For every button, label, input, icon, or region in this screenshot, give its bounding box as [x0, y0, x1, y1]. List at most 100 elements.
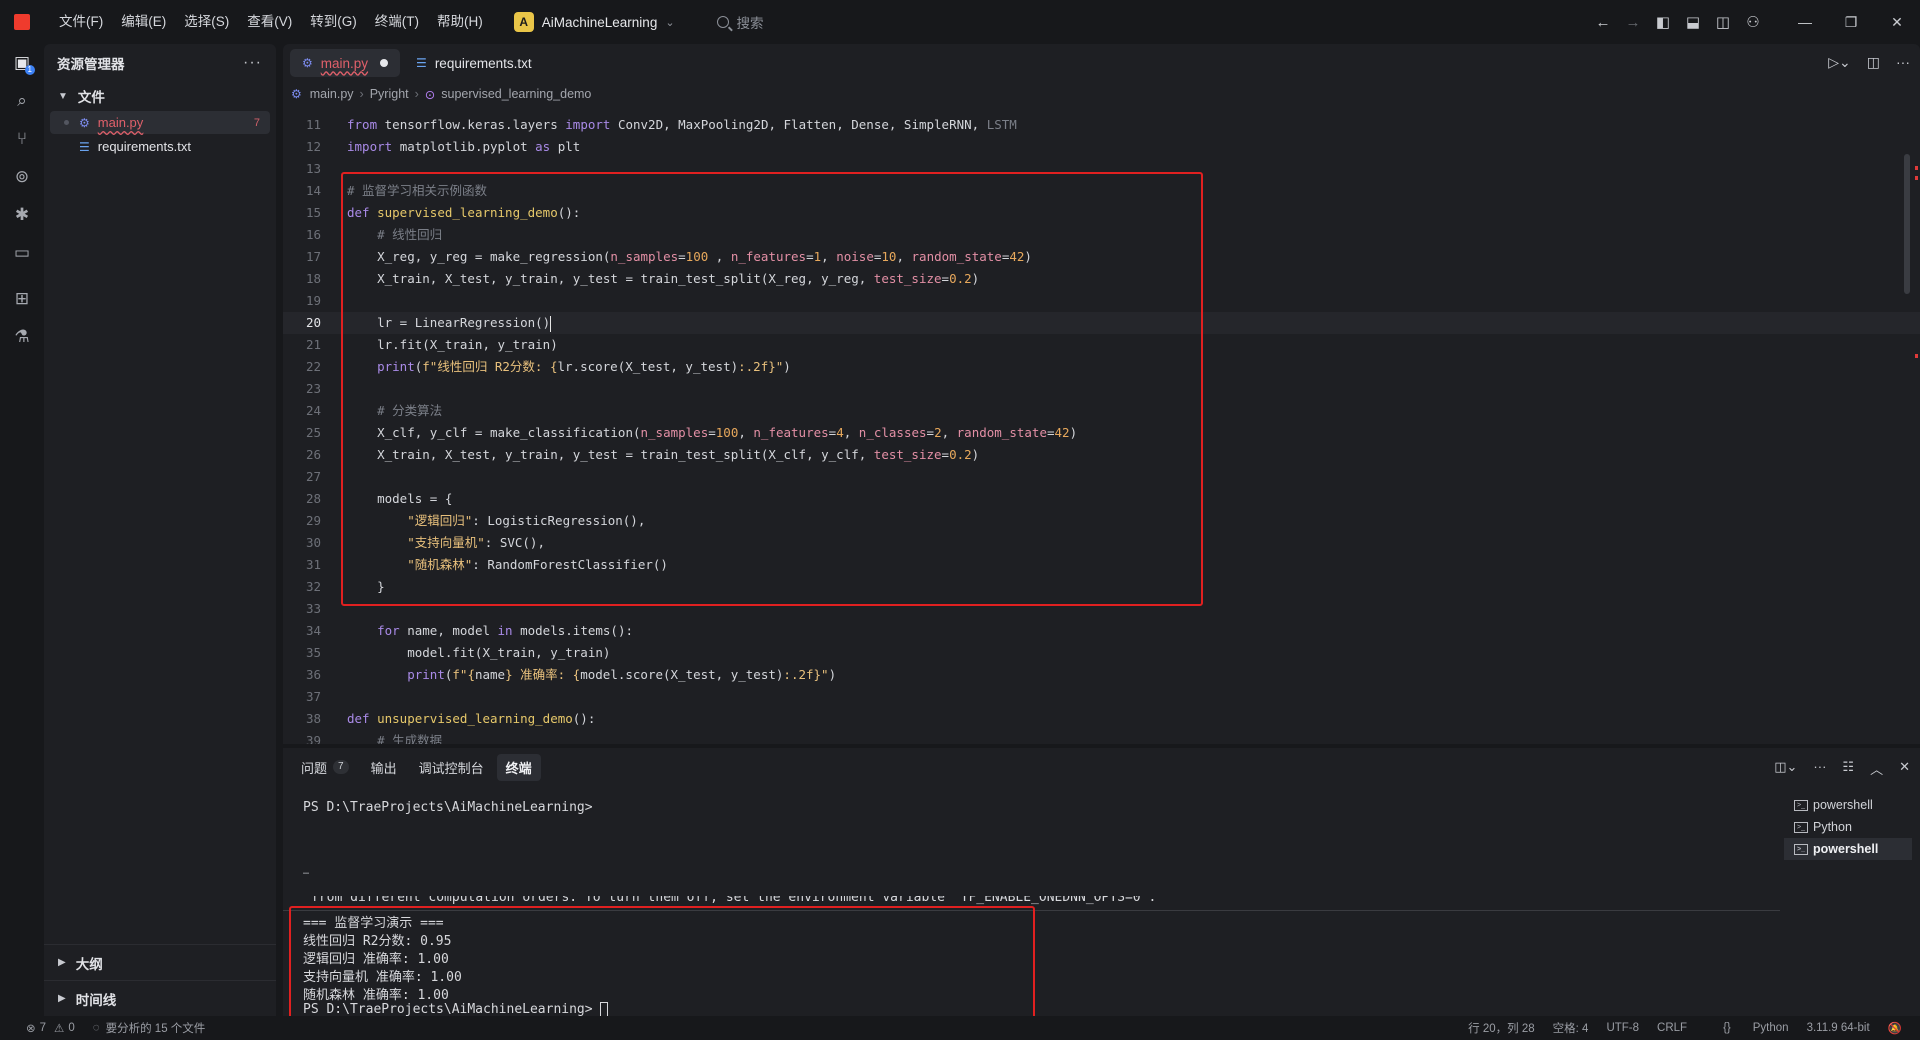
file-item-main-py[interactable]: ⚙ main.py 7: [50, 111, 270, 134]
toggle-panel-icon[interactable]: ⬓: [1678, 7, 1708, 37]
explorer-badge: 1: [24, 65, 35, 75]
tab-debug-console[interactable]: 调试控制台: [410, 754, 493, 781]
breadcrumb-separator: ›: [359, 87, 364, 101]
code-token: def: [347, 711, 378, 726]
forward-arrow-icon[interactable]: →: [1618, 7, 1648, 37]
command-search[interactable]: 搜索: [716, 12, 764, 32]
tab-output[interactable]: 输出: [362, 754, 406, 781]
account-icon[interactable]: ⚇: [1738, 7, 1768, 37]
code-token: # 生成数据: [347, 733, 443, 744]
menu-terminal[interactable]: 终端(T): [366, 0, 428, 44]
code-token: ): [828, 667, 837, 682]
notifications-icon[interactable]: 🔕: [1888, 1021, 1902, 1035]
line-number: 26: [305, 447, 321, 462]
line-text: print(f"{name} 准确率: {model.score(X_test,…: [347, 664, 836, 686]
code-token: model.score(X_test, y_test): [580, 667, 784, 682]
search-placeholder: 搜索: [736, 16, 764, 31]
language-mode[interactable]: {} Python: [1705, 1022, 1789, 1034]
terminal-instance[interactable]: >_ powershell: [1784, 838, 1912, 860]
python-file-icon: ⚙: [302, 56, 313, 70]
tab-requirements[interactable]: ☰ requirements.txt: [404, 49, 544, 77]
menu-help[interactable]: 帮助(H): [428, 0, 492, 44]
back-arrow-icon[interactable]: ←: [1588, 7, 1618, 37]
toggle-secondary-sidebar-icon[interactable]: ◫: [1708, 7, 1738, 37]
terminal[interactable]: PS D:\TraeProjects\AiMachineLearning> … …: [283, 786, 1780, 1028]
outline-section[interactable]: ▶ 大纲: [44, 944, 276, 980]
breadcrumb-module[interactable]: Pyright: [370, 87, 409, 101]
close-panel-icon[interactable]: ✕: [1899, 759, 1910, 778]
source-control-icon[interactable]: ⑂: [0, 120, 44, 158]
workspace-switcher[interactable]: A AiMachineLearning ⌄: [506, 9, 683, 35]
close-icon[interactable]: ✕: [1874, 0, 1920, 44]
python-interpreter[interactable]: 3.11.9 64-bit: [1807, 1022, 1870, 1034]
workspace-badge: A: [513, 12, 534, 32]
explorer-icon[interactable]: ▣ 1: [0, 44, 44, 82]
code-line[interactable]: 39 # 生成数据: [283, 730, 1920, 744]
code-line[interactable]: 34 for name, model in models.items():: [283, 620, 1920, 642]
tab-problems[interactable]: 问题 7: [292, 754, 358, 781]
code-line[interactable]: 37: [283, 686, 1920, 708]
title-bar: 文件(F) 编辑(E) 选择(S) 查看(V) 转到(G) 终端(T) 帮助(H…: [0, 0, 1920, 44]
line-text: for name, model in models.items():: [347, 620, 633, 642]
indentation[interactable]: 空格: 4: [1553, 1020, 1589, 1036]
code-line[interactable]: 38 def unsupervised_learning_demo():: [283, 708, 1920, 730]
search-activity-icon[interactable]: ⌕: [0, 82, 44, 120]
code-line[interactable]: 11 from tensorflow.keras.layers import Co…: [283, 114, 1920, 136]
testing-icon[interactable]: ⚗: [0, 318, 44, 356]
terminal-instance[interactable]: >_ Python: [1784, 816, 1912, 838]
split-terminal-icon[interactable]: ◫⌄: [1774, 759, 1797, 778]
breadcrumb-separator: ›: [414, 87, 419, 101]
code-token: Conv2D, MaxPooling2D, Flatten, Dense, Si…: [617, 117, 987, 132]
code-token: model.fit(X_train, y_train): [347, 645, 611, 660]
maximize-panel-icon[interactable]: ︿: [1870, 759, 1883, 778]
chevron-down-icon: ▼: [58, 90, 68, 102]
modified-dot-icon: [64, 120, 69, 125]
run-file-icon[interactable]: ▷⌄: [1828, 54, 1851, 71]
terminal-instance[interactable]: >_ powershell: [1784, 794, 1912, 816]
menu-view[interactable]: 查看(V): [238, 0, 301, 44]
toggle-sidebar-icon[interactable]: ◧: [1648, 7, 1678, 37]
code-token: } 准确率: {: [505, 667, 581, 682]
debug-icon[interactable]: ✱: [0, 196, 44, 234]
tab-main-py[interactable]: ⚙ main.py: [290, 49, 401, 77]
analysis-status[interactable]: ◌ 要分析的 15 个文件: [93, 1020, 206, 1036]
code-line[interactable]: 35 model.fit(X_train, y_train): [283, 642, 1920, 664]
menu-edit[interactable]: 编辑(E): [112, 0, 175, 44]
minimize-icon[interactable]: —: [1782, 0, 1828, 44]
terminal-settings-icon[interactable]: ☷: [1842, 759, 1854, 778]
code-line[interactable]: 36 print(f"{name} 准确率: {model.score(X_te…: [283, 664, 1920, 686]
extensions-icon[interactable]: ⊞: [0, 280, 44, 318]
run-icon[interactable]: ▭: [0, 234, 44, 272]
folder-section[interactable]: ▼ 文件: [44, 82, 276, 110]
more-actions-icon[interactable]: ···: [1896, 54, 1910, 71]
cursor-position[interactable]: 行 20，列 28: [1468, 1020, 1534, 1036]
timeline-section[interactable]: ▶ 时间线: [44, 980, 276, 1016]
problems-status[interactable]: ⊗ 7 ⚠ 0: [26, 1021, 75, 1035]
unsaved-dot-icon[interactable]: [380, 59, 389, 67]
encoding[interactable]: UTF-8: [1606, 1022, 1639, 1034]
remote-icon[interactable]: ⊚: [0, 158, 44, 196]
menu-goto[interactable]: 转到(G): [301, 0, 366, 44]
split-editor-icon[interactable]: ◫: [1867, 54, 1880, 71]
line-number: 12: [305, 139, 321, 154]
menu-file[interactable]: 文件(F): [50, 0, 112, 44]
breadcrumb-file[interactable]: main.py: [310, 87, 354, 101]
menu-selection[interactable]: 选择(S): [175, 0, 238, 44]
restore-icon[interactable]: ❐: [1828, 0, 1874, 44]
line-number: 14: [305, 183, 321, 198]
code-line[interactable]: 12 import matplotlib.pyplot as plt: [283, 136, 1920, 158]
file-item-requirements[interactable]: ☰ requirements.txt: [50, 135, 270, 158]
breadcrumb: ⚙ main.py › Pyright › ⊙ supervised_learn…: [283, 82, 1920, 106]
line-number: 38: [305, 711, 321, 726]
editor-scrollbar[interactable]: [1904, 154, 1910, 294]
breadcrumb-symbol[interactable]: supervised_learning_demo: [441, 87, 591, 101]
code-token: models.items():: [520, 623, 633, 638]
more-icon[interactable]: ···: [243, 54, 262, 72]
code-token: as: [535, 139, 558, 154]
annotation-box-code: [341, 172, 1203, 606]
end-of-line[interactable]: CRLF: [1657, 1022, 1687, 1034]
more-actions-icon[interactable]: ···: [1813, 759, 1826, 778]
tab-terminal[interactable]: 终端: [496, 753, 541, 781]
workspace-name: AiMachineLearning: [541, 14, 658, 30]
problems-count-badge: 7: [333, 760, 349, 774]
